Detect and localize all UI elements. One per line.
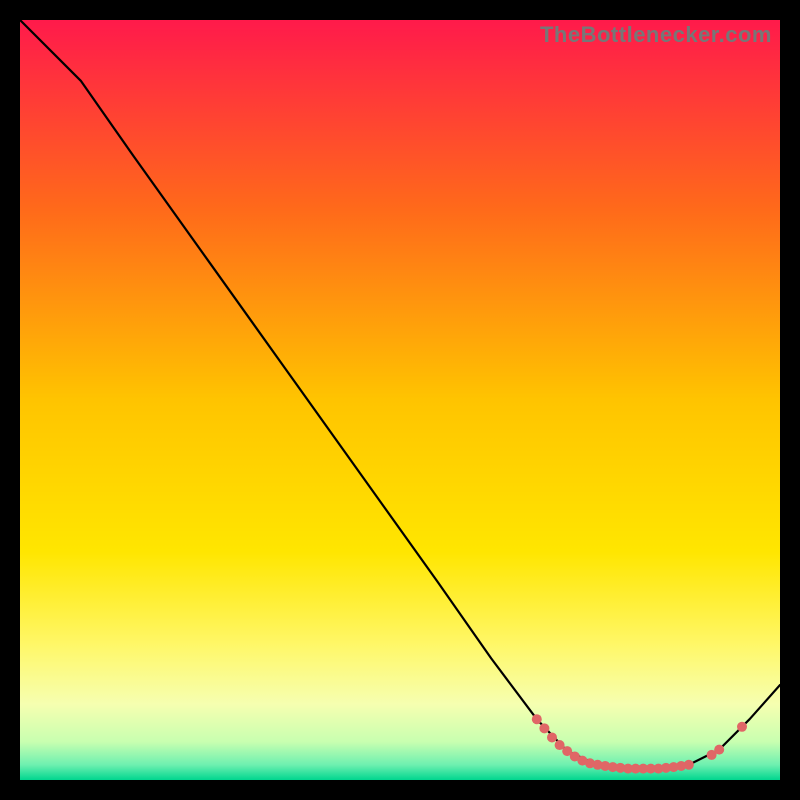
gradient-background <box>20 20 780 780</box>
data-marker <box>684 760 694 770</box>
data-marker <box>532 714 542 724</box>
data-marker <box>547 732 557 742</box>
data-marker <box>714 745 724 755</box>
chart-frame: TheBottlenecker.com <box>20 20 780 780</box>
data-marker <box>539 723 549 733</box>
bottleneck-curve-chart <box>20 20 780 780</box>
data-marker <box>737 722 747 732</box>
watermark-label: TheBottlenecker.com <box>540 22 772 48</box>
